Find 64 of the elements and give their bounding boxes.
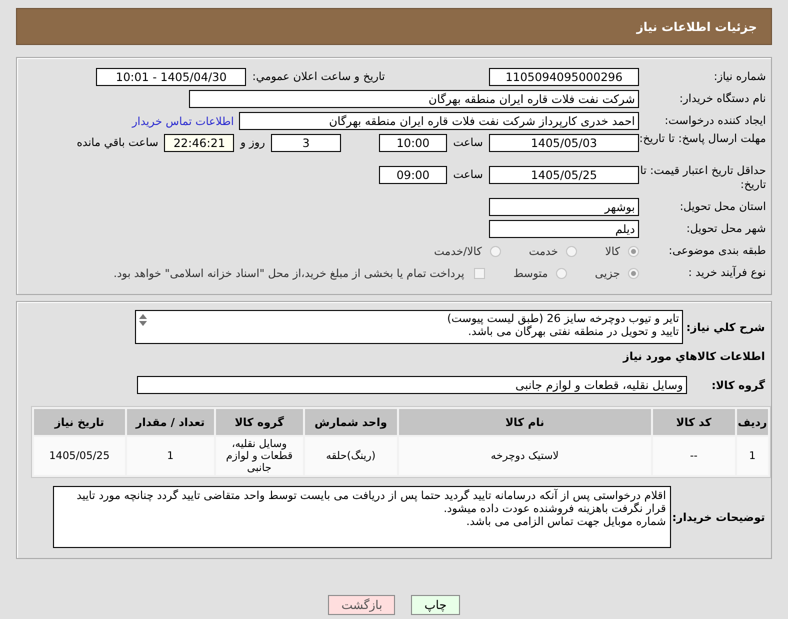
radio-button[interactable] xyxy=(628,268,639,278)
time-field: 10:00 xyxy=(379,134,448,152)
option-label: کالا/خدمت xyxy=(434,244,482,258)
field-label: نام دستگاه خریدار: xyxy=(678,92,767,106)
option-label: خدمت xyxy=(528,244,558,258)
date-field: 1405/05/03 xyxy=(489,134,639,152)
field-label: مهلت ارسال پاسخ: تا تاریخ: xyxy=(639,132,767,146)
description-text: تایر و تیوب دوچرخه سایز 26 (طبق لیست پیوست) تایید و تحویل در منطقه نفتی بهرگان می باشد. xyxy=(446,312,679,338)
field-label: طبقه بندی موضوعی: xyxy=(668,244,767,258)
table-cell: 1 xyxy=(126,437,214,475)
need-number-field: 1105094095000296 xyxy=(489,68,639,86)
notes-text: اقلام درخواستی پس از آنکه درسامانه تایید گردید حتما پس از دریافت می بایست توسط واحد متقاضی تایید گردد چنانچه مورد تایید قرار نگرفت باهزینه فروشنده عودت داده میشود. شماره موبایل جهت تماس الزامی می باشد. xyxy=(76,489,666,528)
buyer-field: شرکت نفت فلات قاره ایران منطقه بهرگان xyxy=(189,90,639,108)
countdown-field: 22:46:21 xyxy=(164,134,234,152)
payment-label: پرداخت تمام یا بخشی از مبلغ خرید،از محل "اسناد خزانه اسلامی" خواهد بود. xyxy=(114,266,464,280)
section-heading: اطلاعات کالاهاي مورد نیاز xyxy=(622,350,765,365)
radio-button[interactable] xyxy=(628,246,639,256)
checkbox[interactable] xyxy=(474,268,486,278)
province-field: بوشهر xyxy=(489,198,639,216)
back-button[interactable]: بازگشت xyxy=(328,595,396,615)
goods-group-field: وسایل نقلیه، قطعات و لوازم جانبی xyxy=(137,376,687,394)
time-label: ساعت xyxy=(453,168,483,181)
print-button[interactable]: چاپ xyxy=(411,595,460,615)
announce-date-field: 1405/04/30 - 10:01 xyxy=(96,68,246,86)
field-label: گروه کالا: xyxy=(710,378,766,392)
field-label: توضیحات خریدار: xyxy=(671,510,766,524)
date-field: 1405/05/25 xyxy=(489,166,639,184)
field-label: شهر محل تحویل: xyxy=(685,222,767,236)
column-header: واحد شمارش xyxy=(304,409,397,435)
scroll-arrows-icon xyxy=(138,313,148,327)
field-label: شماره نیاز: xyxy=(712,70,767,84)
table-cell: 1405/05/25 xyxy=(34,437,125,475)
city-field: دیلم xyxy=(489,220,639,238)
column-header: گروه کالا xyxy=(216,409,303,435)
radio-button[interactable] xyxy=(490,246,501,256)
remaining-label: ساعت باقي مانده xyxy=(76,136,158,149)
days-field: 3 xyxy=(271,134,342,152)
option-label: جزیی xyxy=(594,266,620,280)
field-label: حداقل تاریخ اعتبار قیمت: تا تاریخ: xyxy=(639,164,767,192)
column-header: ردیف xyxy=(736,409,768,435)
column-header: تاریخ نیاز xyxy=(34,409,125,435)
contact-link[interactable]: اطلاعات تماس خریدار xyxy=(132,114,234,128)
table-cell: -- xyxy=(652,437,735,475)
option-label: کالا xyxy=(605,244,620,258)
field-label: ایجاد کننده درخواست: xyxy=(664,114,767,128)
field-label: شرح کلي نیاز: xyxy=(685,320,766,334)
table-cell: 1 xyxy=(736,437,768,475)
page-title: جزئیات اطلاعات نیاز xyxy=(636,20,757,34)
table-cell: لاستیک دوچرخه xyxy=(398,437,651,475)
days-label: روز و xyxy=(240,136,266,149)
column-header: نام کالا xyxy=(398,409,651,435)
table-cell: (رینگ)حلقه xyxy=(304,437,397,475)
time-label: ساعت xyxy=(453,136,483,149)
column-header: کد کالا xyxy=(652,409,735,435)
option-label: متوسط xyxy=(513,266,548,280)
radio-button[interactable] xyxy=(566,246,578,256)
time-field: 09:00 xyxy=(379,166,448,184)
requester-field: احمد خدری کارپرداز شرکت نفت فلات قاره ایران منطقه بهرگان xyxy=(239,112,639,130)
field-label: نوع فرآیند خرید : xyxy=(687,266,767,280)
field-label: استان محل تحویل: xyxy=(678,200,767,214)
table-cell: وسایل نقلیه، قطعات و لوازم جانبی xyxy=(216,437,303,475)
radio-button[interactable] xyxy=(556,268,567,278)
column-header: تعداد / مقدار xyxy=(126,409,214,435)
field-label: تاریخ و ساعت اعلان عمومي: xyxy=(252,70,385,84)
